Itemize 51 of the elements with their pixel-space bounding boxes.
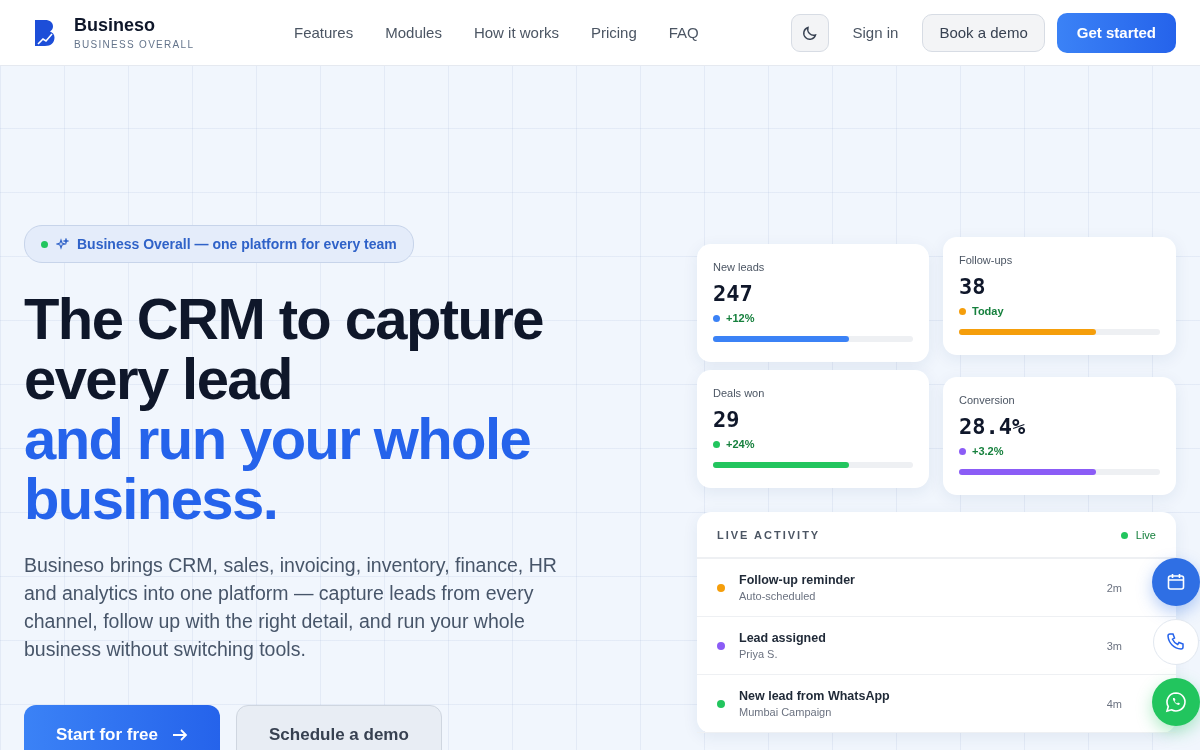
phone-icon xyxy=(1166,632,1186,652)
stat-value: 29 xyxy=(713,407,741,432)
book-demo-button[interactable]: Book a demo xyxy=(922,13,1045,52)
sign-in-link[interactable]: Sign in xyxy=(840,24,911,41)
activity-subtitle: Priya S. xyxy=(739,648,779,660)
nav-link[interactable]: Pricing xyxy=(590,24,637,41)
activity-title: Follow-up reminder xyxy=(739,573,856,587)
activity-title: Lead assigned xyxy=(739,631,827,645)
arrow-right-icon xyxy=(172,728,189,742)
calendar-icon xyxy=(1166,572,1186,592)
get-started-button[interactable]: Get started xyxy=(1056,12,1176,53)
activity-row[interactable]: Follow-up reminder Auto-scheduled 2m xyxy=(697,559,1122,616)
activity-subtitle: Auto-scheduled xyxy=(739,590,817,602)
activity-time: 4m xyxy=(1106,697,1122,710)
brand-name: Busineso xyxy=(74,15,157,36)
stat-change: Today xyxy=(972,305,1004,317)
calendar-button[interactable] xyxy=(1152,558,1200,606)
moon-icon xyxy=(801,24,818,41)
nav-link[interactable]: Modules xyxy=(385,24,442,41)
stat-label: Deals won xyxy=(713,387,766,399)
stat-change: +3.2% xyxy=(972,445,1004,457)
headline-line: every lead xyxy=(24,349,292,409)
activity-row[interactable]: Lead assigned Priya S. 3m xyxy=(697,617,1122,674)
schedule-demo-button[interactable]: Schedule a demo xyxy=(236,705,442,750)
stat-value: 38 xyxy=(959,274,987,299)
stat-label: New leads xyxy=(713,261,766,273)
activity-title: New lead from WhatsApp xyxy=(739,689,891,703)
start-free-button[interactable]: Start for free xyxy=(24,705,221,750)
activity-subtitle: Mumbai Campaign xyxy=(739,706,833,718)
stat-value: 28.4% xyxy=(959,414,1027,439)
logo-icon xyxy=(34,18,56,47)
activity-row[interactable]: New lead from WhatsApp Mumbai Campaign 4m xyxy=(697,675,1122,732)
hero-description: Busineso brings CRM, sales, invoicing, inventory, finance, HR and analytics into one platform — capture leads from every channel, follow up with the right detail, and run your whole business without switching tools. xyxy=(24,553,558,662)
brand-tagline: BUSINESS OVERALL xyxy=(74,39,195,50)
badge-text: Business Overall — one platform for every team xyxy=(77,236,397,252)
nav-link[interactable]: Features xyxy=(294,24,354,41)
stat-change: +12% xyxy=(726,312,755,324)
stat-label: Conversion xyxy=(959,394,1016,406)
sparkle-icon xyxy=(56,237,69,251)
activity-time: 3m xyxy=(1106,639,1122,652)
chat-bubble-icon xyxy=(1164,690,1188,714)
nav-link[interactable]: FAQ xyxy=(668,24,699,41)
live-status: Live xyxy=(1135,529,1156,541)
stat-value: 247 xyxy=(713,281,754,306)
nav-link[interactable]: How it works xyxy=(473,24,559,41)
activity-time: 2m xyxy=(1106,581,1122,594)
activity-title: LIVE ACTIVITY xyxy=(717,529,821,541)
stat-label: Follow-ups xyxy=(959,254,1014,266)
stat-change: +24% xyxy=(726,438,755,450)
headline-line: The CRM to capture xyxy=(24,289,543,349)
theme-toggle[interactable] xyxy=(790,13,829,52)
